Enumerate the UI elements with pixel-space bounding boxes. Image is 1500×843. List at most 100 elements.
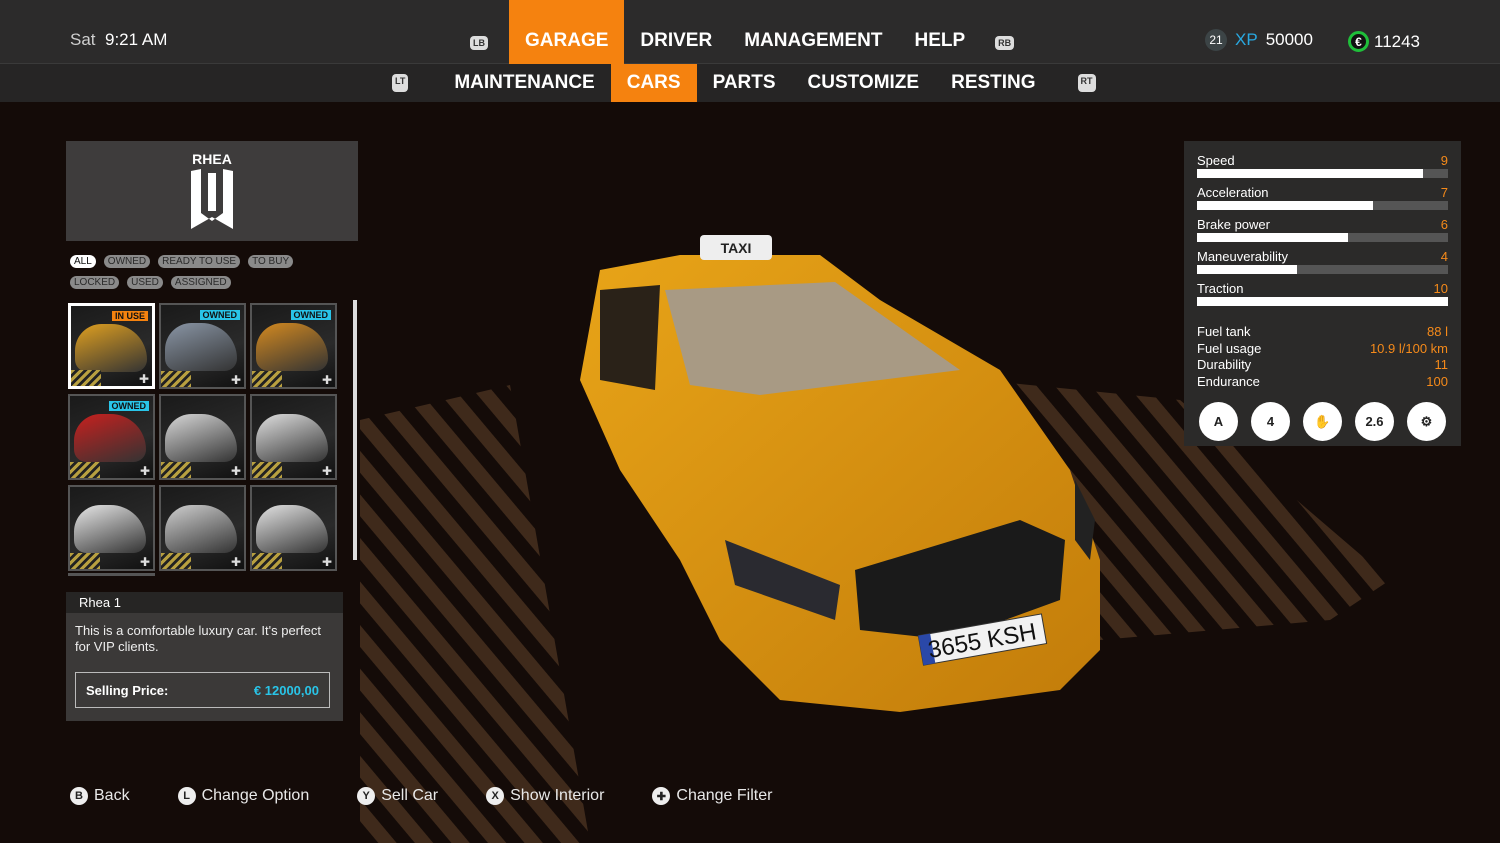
spec-row: Durability 11 (1197, 357, 1448, 374)
car-tile[interactable]: OWNED ✚ (68, 394, 155, 480)
brand-name: RHEA (192, 151, 232, 167)
car-tile[interactable]: IN USE ✚ (68, 303, 155, 389)
status-badge: OWNED (108, 401, 149, 411)
floor-stripe (252, 371, 282, 387)
comfort-icon: ✋ (1303, 402, 1342, 441)
car-tile[interactable]: ✚ (159, 394, 246, 480)
hint-label: Change Filter (676, 787, 773, 804)
tab-driver[interactable]: DRIVER (624, 0, 728, 64)
plus-icon: ✚ (138, 372, 149, 386)
xp-label: XP (1235, 30, 1258, 49)
spec-row: Fuel usage 10.9 l/100 km (1197, 341, 1448, 358)
status-badge: IN USE (111, 311, 148, 321)
stat-row: Maneuverability 4 (1197, 249, 1448, 264)
brand-panel: RHEA (66, 141, 358, 241)
gamepad-dpad-button-icon: ✚ (652, 787, 671, 805)
floor-stripes-left (360, 385, 590, 843)
stat-label: Maneuverability (1197, 249, 1289, 264)
tab-resting[interactable]: RESTING (935, 64, 1051, 102)
stat-bar (1197, 265, 1448, 274)
tab-maintenance[interactable]: MAINTENANCE (438, 64, 610, 102)
plus-icon: ✚ (321, 373, 332, 387)
filter-chip-ready-to-use[interactable]: READY TO USE (158, 255, 241, 268)
car-tile[interactable]: ✚ (250, 394, 337, 480)
floor-stripe (71, 370, 101, 386)
floor-stripe (70, 462, 100, 478)
stat-bar-fill (1197, 265, 1298, 274)
sub-tabs: LT MAINTENANCE CARS PARTS CUSTOMIZE REST… (392, 64, 1096, 102)
spec-label: Endurance (1197, 373, 1260, 389)
car-tile[interactable]: ✚ (68, 485, 155, 571)
hint-label: Sell Car (381, 787, 439, 804)
gamepad-y-button-icon: Y (357, 787, 376, 805)
plus-icon: ✚ (230, 555, 241, 569)
status-badge: OWNED (290, 310, 331, 320)
car-tile[interactable]: ✚ (250, 485, 337, 571)
floor-stripe (252, 462, 282, 478)
lt-trigger-icon[interactable]: LT (392, 74, 409, 92)
plus-icon: ✚ (321, 555, 332, 569)
next-row-edge (68, 573, 155, 576)
stat-label: Speed (1197, 153, 1235, 168)
tab-cars[interactable]: CARS (610, 64, 697, 102)
lb-bumper-icon[interactable]: LB (470, 36, 488, 50)
hint-show-interior[interactable]: X Show Interior (486, 787, 604, 805)
car-list-scrollbar[interactable] (353, 300, 357, 560)
money-display: € 11243 (1348, 31, 1420, 52)
rb-bumper-icon[interactable]: RB (995, 36, 1015, 50)
level-badge: 21 (1205, 29, 1227, 51)
taxi-car: TAXI 3655 KSH (580, 235, 1100, 712)
stat-label: Traction (1197, 281, 1244, 296)
stat-row: Speed 9 (1197, 153, 1448, 168)
car-thumbnail (165, 323, 237, 371)
status-badge: OWNED (199, 310, 240, 320)
car-tile[interactable]: OWNED ✚ (250, 303, 337, 389)
spec-row: Fuel tank 88 l (1197, 324, 1448, 341)
hint-label: Show Interior (510, 787, 605, 804)
stat-bar (1197, 233, 1448, 242)
stat-row: Brake power 6 (1197, 217, 1448, 232)
day: Sat (70, 30, 96, 49)
car-thumbnail (75, 324, 147, 372)
car-tile[interactable]: ✚ (159, 485, 246, 571)
tab-management[interactable]: MANAGEMENT (728, 0, 898, 64)
time: 9:21 AM (104, 30, 168, 49)
filter-chip-to-buy[interactable]: TO BUY (248, 255, 294, 268)
spec-label: Fuel usage (1197, 340, 1262, 356)
plus-icon: ✚ (139, 464, 150, 478)
gamepad-x-button-icon: X (486, 787, 505, 805)
spec-value: 88 l (1427, 324, 1448, 339)
stat-value: 4 (1440, 249, 1448, 264)
hint-sell-car[interactable]: Y Sell Car (357, 787, 438, 805)
car-tile[interactable]: OWNED ✚ (159, 303, 246, 389)
stat-bar (1197, 297, 1448, 306)
spec-label: Fuel tank (1197, 324, 1251, 339)
tab-customize[interactable]: CUSTOMIZE (792, 64, 936, 102)
euro-coin-icon: € (1348, 31, 1369, 52)
filter-chip-all[interactable]: ALL (70, 255, 96, 268)
clock: Sat 9:21 AM (70, 30, 167, 50)
xp-value: 50000 (1265, 30, 1313, 49)
filter-chip-assigned[interactable]: ASSIGNED (170, 276, 231, 289)
hint-change-option[interactable]: L Change Option (177, 787, 309, 805)
rt-trigger-icon[interactable]: RT (1077, 74, 1096, 92)
car-name: Rhea 1 (66, 592, 343, 613)
gamepad-l-button-icon: L (177, 787, 196, 805)
stat-bar-fill (1197, 169, 1423, 178)
rhea-logo-icon (191, 169, 233, 229)
hint-back[interactable]: B Back (70, 787, 130, 805)
tab-help[interactable]: HELP (898, 0, 981, 64)
automatic-transmission-icon: A (1199, 402, 1238, 441)
spec-value: 100 (1426, 373, 1448, 389)
tab-garage[interactable]: GARAGE (509, 0, 625, 64)
hint-label: Back (94, 787, 130, 804)
filter-chip-used[interactable]: USED (127, 276, 163, 289)
car-thumbnail (165, 414, 237, 462)
filter-chip-locked[interactable]: LOCKED (70, 276, 120, 289)
selling-price-label: Selling Price: (86, 682, 169, 698)
filter-chip-owned[interactable]: OWNED (103, 255, 151, 268)
stat-bar (1197, 201, 1448, 210)
tab-parts[interactable]: PARTS (697, 64, 792, 102)
stat-bar-fill (1197, 233, 1348, 242)
hint-change-filter[interactable]: ✚ Change Filter (652, 787, 772, 805)
